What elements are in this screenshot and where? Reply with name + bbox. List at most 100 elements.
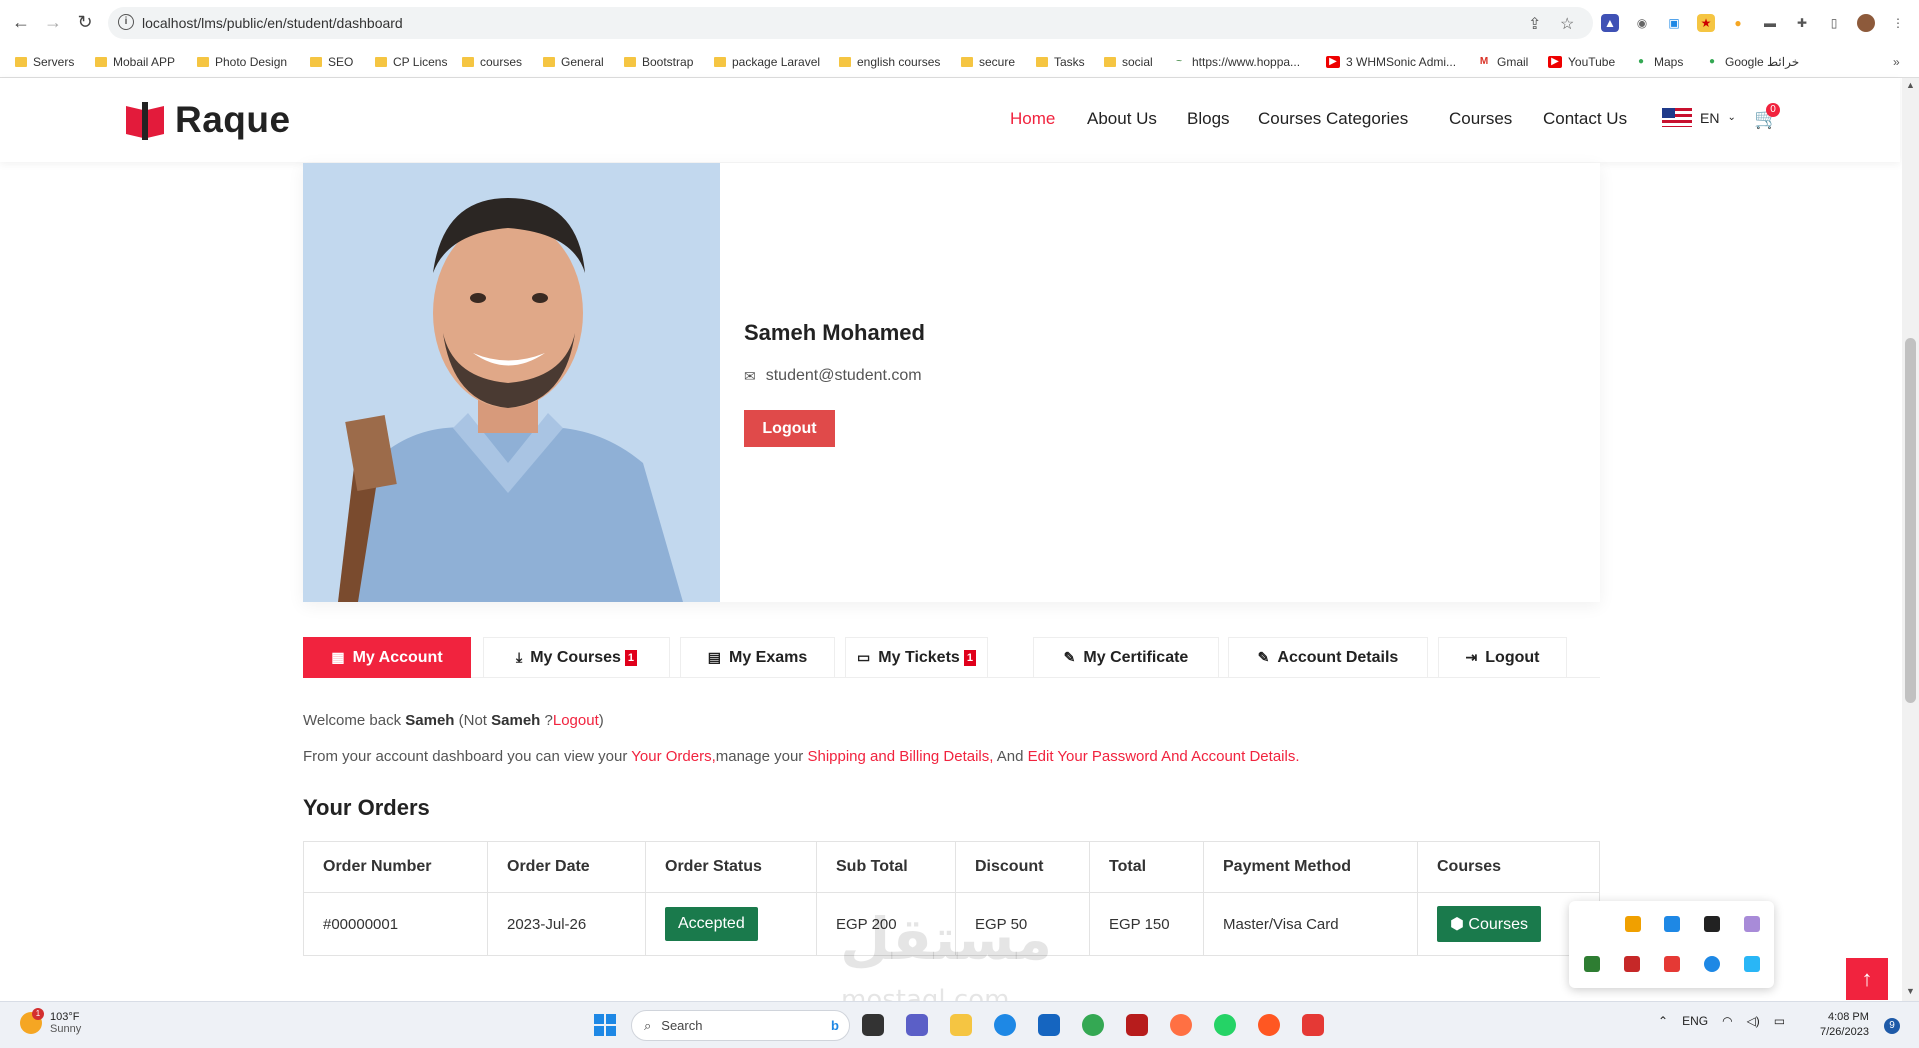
app-tray-icon[interactable] (1744, 956, 1760, 972)
file-explorer-icon[interactable] (950, 1014, 972, 1036)
store-icon[interactable] (1038, 1014, 1060, 1036)
scroll-up-arrow-icon[interactable]: ▲ (1906, 80, 1915, 90)
tab-my-tickets[interactable]: ▭ My Tickets 1 (845, 637, 988, 678)
bookmark-item[interactable]: General (543, 55, 604, 69)
weather-widget[interactable]: 1 103°F Sunny (20, 1008, 81, 1035)
tab-my-certificate[interactable]: ✎ My Certificate (1033, 637, 1219, 678)
puzzle-extensions-icon[interactable]: ✚ (1793, 14, 1811, 32)
bookmark-star-icon[interactable]: ☆ (1560, 14, 1574, 34)
volume-icon[interactable]: ◁) (1747, 1014, 1760, 1028)
taskbar-search[interactable]: ⌕ Search b (631, 1010, 850, 1041)
bookmark-item[interactable]: english courses (839, 55, 940, 69)
nvidia-icon[interactable] (1704, 916, 1720, 932)
bookmark-item[interactable]: Mobail APP (95, 55, 175, 69)
bookmark-item[interactable]: Servers (15, 55, 74, 69)
bookmark-label: SEO (328, 55, 354, 69)
app-icon[interactable] (1126, 1014, 1148, 1036)
bookmark-item[interactable]: Photo Design (197, 55, 287, 69)
task-view-icon[interactable] (862, 1014, 884, 1036)
scroll-down-arrow-icon[interactable]: ▼ (1906, 986, 1915, 996)
order-status-badge[interactable]: Accepted (665, 907, 758, 941)
bookmark-item[interactable]: ~ https://www.hoppa... (1172, 55, 1300, 69)
profile-logout-button[interactable]: Logout (744, 410, 835, 447)
account-details-link[interactable]: Edit Your Password And Account Details. (1028, 748, 1300, 765)
bookmark-label: Photo Design (215, 55, 288, 69)
bookmark-item[interactable]: package Laravel (714, 55, 820, 69)
browser-menu-icon[interactable]: ⋮ (1889, 14, 1907, 32)
language-selector[interactable]: EN ⌄ (1662, 108, 1736, 127)
camera-extension-icon[interactable]: ◉ (1633, 14, 1651, 32)
battery-icon[interactable]: ▭ (1774, 1014, 1785, 1028)
security-warning-icon[interactable] (1625, 916, 1641, 932)
back-to-top-button[interactable]: ↑ (1846, 958, 1888, 1000)
bookmark-item[interactable]: M Gmail (1477, 55, 1529, 69)
bookmark-item[interactable]: ▶ 3 WHMSonic Admi... (1326, 55, 1456, 69)
anydesk-icon[interactable] (1302, 1014, 1324, 1036)
bookmark-item[interactable]: ▶ YouTube (1548, 55, 1615, 69)
nav-courses-categories[interactable]: Courses Categories (1258, 109, 1408, 129)
bookmark-item[interactable]: courses (462, 55, 522, 69)
notification-count-badge[interactable]: 9 (1884, 1018, 1900, 1034)
reload-icon[interactable]: ↻ (73, 10, 97, 34)
profile-avatar-icon[interactable] (1857, 14, 1875, 32)
app-tray-icon[interactable] (1584, 956, 1600, 972)
back-arrow-icon[interactable]: ← (9, 10, 33, 34)
bookmark-item[interactable]: Bootstrap (624, 55, 693, 69)
column-header: Order Date (487, 841, 646, 893)
profile-card: Sameh Mohamed ✉ student@student.com Logo… (303, 163, 1600, 602)
bookmark-item[interactable]: ● Maps (1634, 55, 1683, 69)
orders-link[interactable]: Your Orders, (631, 748, 716, 765)
url-field[interactable]: i localhost/lms/public/en/student/dashbo… (108, 7, 1593, 39)
nav-contact-us[interactable]: Contact Us (1543, 109, 1627, 129)
bookmark-item[interactable]: SEO (310, 55, 353, 69)
forward-arrow-icon[interactable]: → (41, 10, 65, 34)
bookmark-item[interactable]: secure (961, 55, 1015, 69)
tab-logout[interactable]: ⇥ Logout (1438, 637, 1567, 678)
more-bookmarks-icon[interactable]: » (1893, 55, 1900, 69)
edge-icon[interactable] (994, 1014, 1016, 1036)
gmail-icon: M (1479, 56, 1489, 67)
nav-home[interactable]: Home (1010, 109, 1055, 129)
app-icon[interactable] (1258, 1014, 1280, 1036)
whatsapp-icon[interactable] (1214, 1014, 1236, 1036)
teams-icon[interactable] (906, 1014, 928, 1036)
tab-account-details[interactable]: ✎ Account Details (1228, 637, 1428, 678)
pen-icon[interactable] (1744, 916, 1760, 932)
coin-extension-icon[interactable]: ● (1729, 14, 1747, 32)
view-courses-button[interactable]: ⬢ Courses (1437, 906, 1541, 942)
extension-icon[interactable]: ▲ (1601, 14, 1619, 32)
input-language[interactable]: ENG (1682, 1014, 1708, 1028)
tab-my-account[interactable]: ▦ My Account (303, 637, 471, 678)
tab-my-courses[interactable]: ⤓ My Courses 1 (483, 637, 670, 678)
media-extension-icon[interactable]: ▬ (1761, 14, 1779, 32)
chevron-up-icon[interactable]: ⌃ (1658, 1014, 1668, 1028)
app-tray-icon[interactable] (1664, 956, 1680, 972)
taskbar-clock[interactable]: 4:08 PM 7/26/2023 (1820, 1010, 1869, 1040)
windows-start-icon[interactable] (594, 1014, 616, 1036)
app-tray-icon[interactable] (1704, 956, 1720, 972)
firefox-icon[interactable] (1170, 1014, 1192, 1036)
app-tray-icon[interactable] (1624, 956, 1640, 972)
wifi-icon[interactable]: ◠ (1722, 1014, 1732, 1028)
bookmark-item[interactable]: social (1104, 55, 1153, 69)
side-panel-icon[interactable]: ▯ (1825, 14, 1843, 32)
nav-about-us[interactable]: About Us (1087, 109, 1157, 129)
scroll-thumb[interactable] (1905, 338, 1916, 703)
bookmark-item[interactable]: Tasks (1036, 55, 1085, 69)
nav-courses[interactable]: Courses (1449, 109, 1512, 129)
page-scrollbar[interactable]: ▲ ▼ (1902, 78, 1919, 1001)
shipping-billing-link[interactable]: Shipping and Billing Details, (807, 748, 993, 765)
site-info-icon[interactable]: i (118, 14, 134, 30)
bookmark-label: package Laravel (732, 55, 821, 69)
welcome-logout-link[interactable]: Logout (553, 712, 599, 729)
tab-my-exams[interactable]: ▤ My Exams (680, 637, 835, 678)
share-icon[interactable]: ⇪ (1528, 14, 1541, 34)
nav-blogs[interactable]: Blogs (1187, 109, 1230, 129)
bluetooth-icon[interactable] (1664, 916, 1680, 932)
off-extension-icon[interactable]: ★ (1697, 14, 1715, 32)
chrome-icon[interactable] (1082, 1014, 1104, 1036)
bookmark-item[interactable]: ● Google خرائط (1705, 55, 1799, 69)
bookmark-item[interactable]: CP Licens (375, 55, 447, 69)
screen-extension-icon[interactable]: ▣ (1665, 14, 1683, 32)
site-logo[interactable]: Raque (123, 98, 291, 142)
